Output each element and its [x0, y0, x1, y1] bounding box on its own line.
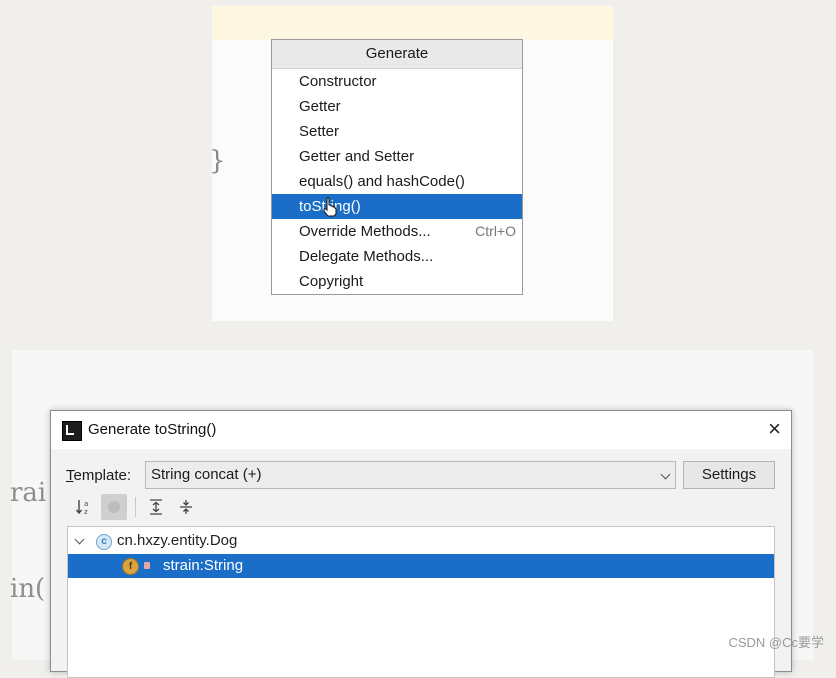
member-tree: c cn.hxzy.entity.Dog f strain:String — [67, 526, 775, 678]
template-label-mnemonic: T — [66, 467, 74, 484]
background-code-fragment: in( — [10, 574, 46, 604]
menu-item-override-methods[interactable]: Override Methods... Ctrl+O — [272, 219, 522, 244]
field-name: strain:String — [163, 557, 244, 574]
generate-menu-screenshot: } Generate Constructor Getter Setter Get… — [209, 6, 613, 321]
hand-cursor-icon — [323, 197, 337, 217]
expand-all-icon[interactable] — [143, 494, 169, 520]
menu-item-equals-hashcode[interactable]: equals() and hashCode() — [272, 169, 522, 194]
menu-item-tostring[interactable]: toString() — [272, 194, 522, 219]
menu-item-label: Delegate Methods... — [299, 248, 434, 265]
menu-item-label: Getter and Setter — [299, 148, 415, 165]
watermark: CSDN @Cc要学 — [728, 635, 824, 650]
class-name: cn.hxzy.entity.Dog — [117, 532, 238, 549]
generate-popup: Generate Constructor Getter Setter Gette… — [271, 39, 523, 295]
menu-item-label: Getter — [299, 98, 341, 115]
generate-menu-list: Constructor Getter Setter Getter and Set… — [272, 69, 522, 294]
class-icon: c — [96, 534, 112, 550]
menu-item-label: equals() and hashCode() — [299, 173, 465, 190]
collapse-all-icon[interactable] — [173, 494, 199, 520]
code-brace: } — [209, 146, 226, 176]
field-icon: f — [122, 558, 139, 575]
menu-item-getter[interactable]: Getter — [272, 94, 522, 119]
close-icon[interactable]: × — [768, 417, 781, 441]
menu-item-copyright[interactable]: Copyright — [272, 269, 522, 294]
template-dropdown[interactable]: String concat (+) — [145, 461, 676, 489]
chevron-down-icon — [660, 469, 671, 480]
menu-item-label: Override Methods... — [299, 223, 431, 240]
menu-item-label: Setter — [299, 123, 340, 140]
template-label-text: emplate: — [73, 467, 132, 484]
tree-row-field[interactable]: f strain:String — [68, 554, 774, 578]
svg-text:a: a — [84, 500, 88, 508]
tostring-dialog-screenshot: rai in( Generate toString() × Template: … — [10, 350, 813, 678]
editor-highlight-band — [212, 6, 613, 40]
menu-item-shortcut: Ctrl+O — [475, 223, 516, 239]
menu-item-delegate-methods[interactable]: Delegate Methods... — [272, 244, 522, 269]
menu-item-setter[interactable]: Setter — [272, 119, 522, 144]
svg-text:z: z — [84, 508, 88, 516]
tree-row-class[interactable]: c cn.hxzy.entity.Dog — [68, 529, 774, 553]
dialog-title: Generate toString() — [88, 421, 217, 438]
toolbar-separator — [135, 497, 136, 517]
background-code-fragment: rai — [10, 478, 47, 508]
template-row: Template: String concat (+) Settings — [51, 461, 791, 491]
intellij-app-icon — [62, 421, 82, 441]
sort-icon[interactable]: a z — [71, 494, 97, 520]
settings-button[interactable]: Settings — [683, 461, 775, 489]
member-toolbar: a z — [71, 494, 271, 520]
show-members-icon[interactable] — [101, 494, 127, 520]
template-dropdown-value: String concat (+) — [151, 466, 262, 483]
generate-tostring-dialog: Generate toString() × Template: String c… — [50, 410, 792, 678]
menu-item-constructor[interactable]: Constructor — [272, 69, 522, 94]
menu-item-label: Constructor — [299, 73, 377, 90]
menu-item-getter-and-setter[interactable]: Getter and Setter — [272, 144, 522, 169]
template-label: Template: — [66, 467, 131, 484]
private-lock-icon — [144, 562, 150, 569]
menu-item-label: Copyright — [299, 273, 364, 290]
dialog-title-bar[interactable]: Generate toString() × — [51, 411, 791, 449]
popup-title: Generate — [272, 40, 522, 69]
chevron-down-icon[interactable] — [74, 534, 85, 545]
